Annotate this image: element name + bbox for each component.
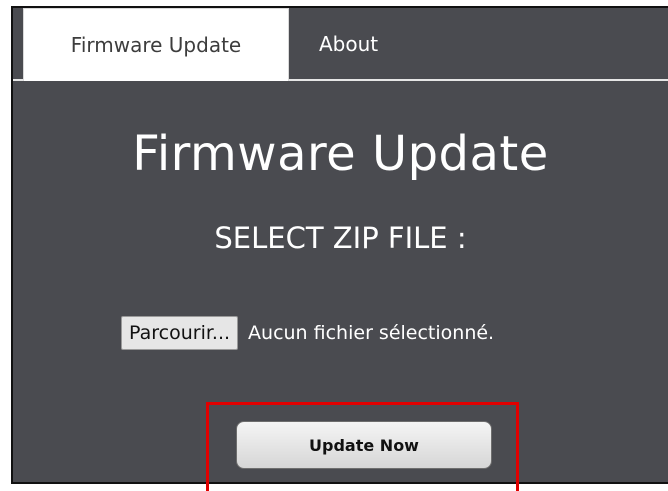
select-zip-label: SELECT ZIP FILE : [214, 221, 467, 255]
firmware-update-window: Firmware Update About Firmware Update SE… [11, 6, 668, 484]
screenshot-page: Firmware Update About Firmware Update SE… [0, 0, 668, 491]
browse-file-button[interactable]: Parcourir... [121, 316, 239, 350]
tab-firmware-update[interactable]: Firmware Update [23, 8, 289, 81]
tab-about-label: About [319, 31, 379, 56]
file-picker-row: Parcourir... Aucun fichier sélectionné. [121, 316, 494, 350]
tab-firmware-update-label: Firmware Update [70, 33, 242, 57]
tab-about[interactable]: About [303, 8, 413, 79]
file-status-text: Aucun fichier sélectionné. [248, 322, 495, 344]
tab-bar: Firmware Update About [13, 8, 668, 81]
page-title: Firmware Update [132, 126, 549, 182]
update-now-button[interactable]: Update Now [236, 421, 492, 469]
